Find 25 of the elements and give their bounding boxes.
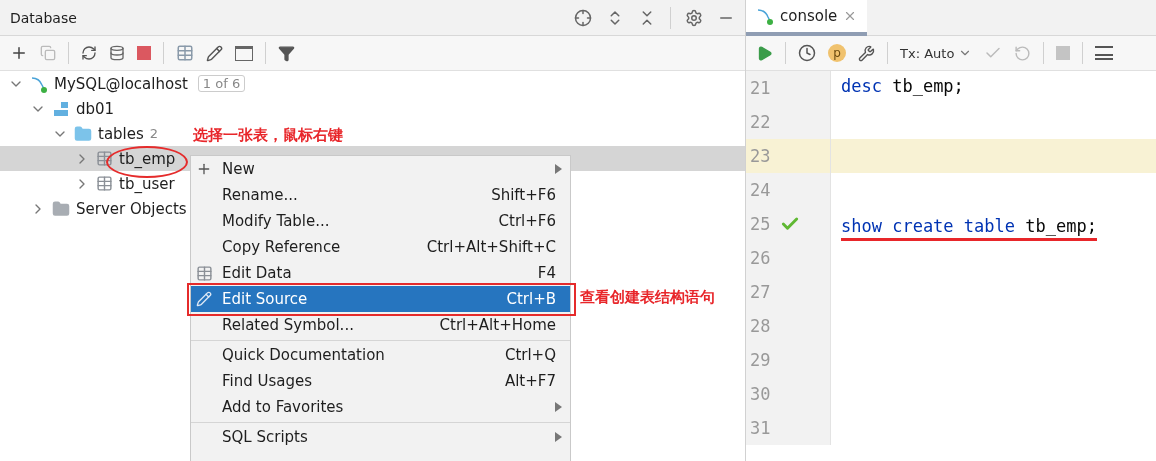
line-number: 31 xyxy=(750,418,771,438)
tree-label: MySQL@localhost xyxy=(54,74,188,93)
line-number: 25 xyxy=(750,214,771,234)
panel-title: Database xyxy=(10,9,78,26)
line-number: 30 xyxy=(750,384,771,404)
tree-label: db01 xyxy=(76,99,115,118)
code-line: show create table tb_emp; xyxy=(841,215,1097,241)
annotation-note: 选择一张表，鼠标右键 xyxy=(193,127,343,144)
line-number: 29 xyxy=(750,350,771,370)
item-count: 2 xyxy=(149,126,159,141)
tree-label: tb_emp xyxy=(119,149,176,168)
tree-label: Server Objects xyxy=(76,199,187,218)
line-number: 26 xyxy=(750,248,771,268)
line-number: 23 xyxy=(750,146,771,166)
tree-label: tables xyxy=(98,124,144,143)
tab-label: console xyxy=(780,7,838,25)
annotation-note: 查看创建表结构语句 xyxy=(580,289,715,306)
line-number: 27 xyxy=(750,282,771,302)
line-number: 21 xyxy=(750,78,771,98)
tree-label: tb_user xyxy=(119,174,175,193)
line-number: 24 xyxy=(750,180,771,200)
line-number: 22 xyxy=(750,112,771,132)
count-badge: 1 of 6 xyxy=(197,75,246,92)
code-line: desc tb_emp; xyxy=(841,75,964,98)
line-number: 28 xyxy=(750,316,771,336)
